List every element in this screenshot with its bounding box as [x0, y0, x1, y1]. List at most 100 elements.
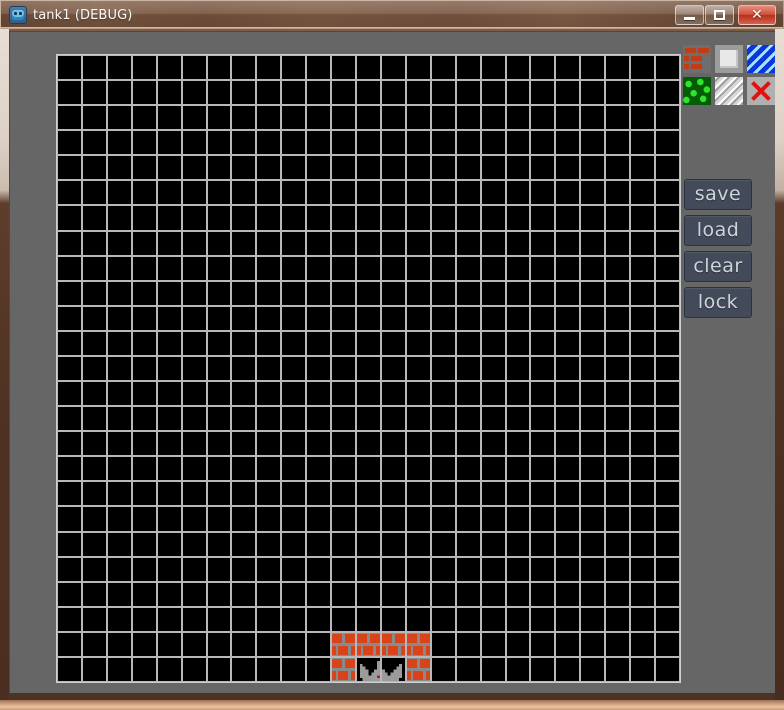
grid-cell-empty[interactable]: [656, 81, 679, 105]
grid-cell-empty[interactable]: [631, 81, 655, 105]
grid-cell-empty[interactable]: [182, 457, 206, 481]
grid-cell-empty[interactable]: [456, 306, 480, 330]
grid-cell-empty[interactable]: [282, 181, 306, 205]
grid-cell-empty[interactable]: [357, 56, 380, 80]
grid-cell-empty[interactable]: [307, 632, 331, 656]
grid-cell-empty[interactable]: [332, 432, 356, 456]
grid-cell-empty[interactable]: [357, 382, 380, 406]
grid-cell-empty[interactable]: [456, 532, 480, 556]
grid-cell-empty[interactable]: [107, 457, 131, 481]
grid-cell-empty[interactable]: [556, 457, 580, 481]
grid-cell-empty[interactable]: [157, 457, 181, 481]
grid-cell-empty[interactable]: [456, 557, 480, 581]
grid-cell-empty[interactable]: [282, 507, 306, 531]
grid-cell-empty[interactable]: [506, 657, 530, 681]
grid-cell-empty[interactable]: [357, 457, 380, 481]
grid-cell-empty[interactable]: [481, 607, 505, 631]
grid-cell-empty[interactable]: [132, 657, 156, 681]
grid-cell-empty[interactable]: [282, 482, 306, 506]
grid-cell-empty[interactable]: [132, 507, 156, 531]
grid-cell-empty[interactable]: [357, 482, 380, 506]
grid-cell-empty[interactable]: [431, 81, 455, 105]
grid-cell-empty[interactable]: [82, 256, 106, 280]
grid-cell-empty[interactable]: [606, 532, 630, 556]
grid-cell-empty[interactable]: [257, 582, 281, 606]
grid-cell-empty[interactable]: [506, 306, 530, 330]
grid-cell-empty[interactable]: [107, 331, 131, 355]
grid-cell-empty[interactable]: [132, 532, 156, 556]
grid-cell-empty[interactable]: [232, 231, 256, 255]
grid-cell-empty[interactable]: [332, 607, 356, 631]
grid-cell-empty[interactable]: [431, 256, 455, 280]
grid-cell-empty[interactable]: [481, 532, 505, 556]
grid-cell-empty[interactable]: [431, 632, 455, 656]
grid-cell-empty[interactable]: [107, 557, 131, 581]
grid-cell-empty[interactable]: [232, 657, 256, 681]
grid-cell-empty[interactable]: [456, 106, 480, 130]
grid-cell-empty[interactable]: [157, 382, 181, 406]
grid-cell-brick[interactable]: [406, 632, 430, 656]
grid-cell-empty[interactable]: [132, 256, 156, 280]
grid-cell-empty[interactable]: [232, 382, 256, 406]
grid-cell-empty[interactable]: [606, 181, 630, 205]
grid-cell-empty[interactable]: [58, 81, 81, 105]
grid-cell-empty[interactable]: [58, 256, 81, 280]
grid-cell-empty[interactable]: [556, 382, 580, 406]
grid-cell-empty[interactable]: [531, 131, 555, 155]
grid-cell-empty[interactable]: [282, 331, 306, 355]
grid-cell-empty[interactable]: [182, 432, 206, 456]
grid-cell-empty[interactable]: [307, 432, 331, 456]
grid-cell-empty[interactable]: [132, 482, 156, 506]
grid-cell-empty[interactable]: [58, 432, 81, 456]
grid-cell-empty[interactable]: [406, 557, 430, 581]
grid-cell-empty[interactable]: [182, 181, 206, 205]
grid-cell-empty[interactable]: [406, 106, 430, 130]
grid-cell-empty[interactable]: [357, 607, 380, 631]
grid-cell-empty[interactable]: [332, 281, 356, 305]
grid-cell-empty[interactable]: [107, 582, 131, 606]
grid-cell-empty[interactable]: [456, 56, 480, 80]
grid-cell-empty[interactable]: [82, 206, 106, 230]
grid-cell-empty[interactable]: [506, 281, 530, 305]
grid-cell-empty[interactable]: [506, 256, 530, 280]
grid-cell-empty[interactable]: [157, 256, 181, 280]
grid-cell-empty[interactable]: [207, 382, 231, 406]
grid-cell-empty[interactable]: [606, 632, 630, 656]
grid-cell-empty[interactable]: [606, 482, 630, 506]
grid-cell-empty[interactable]: [207, 657, 231, 681]
grid-cell-empty[interactable]: [531, 56, 555, 80]
grid-cell-empty[interactable]: [132, 432, 156, 456]
grid-cell-empty[interactable]: [656, 131, 679, 155]
grid-cell-empty[interactable]: [431, 56, 455, 80]
grid-cell-empty[interactable]: [58, 482, 81, 506]
grid-cell-empty[interactable]: [82, 81, 106, 105]
grid-cell-empty[interactable]: [556, 557, 580, 581]
grid-cell-empty[interactable]: [381, 457, 405, 481]
grid-cell-empty[interactable]: [606, 356, 630, 381]
grid-cell-empty[interactable]: [406, 181, 430, 205]
grid-cell-empty[interactable]: [107, 181, 131, 205]
grid-cell-empty[interactable]: [581, 106, 605, 130]
grid-cell-empty[interactable]: [381, 532, 405, 556]
grid-cell-empty[interactable]: [531, 407, 555, 431]
grid-cell-empty[interactable]: [531, 482, 555, 506]
grid-cell-empty[interactable]: [381, 382, 405, 406]
grid-cell-empty[interactable]: [656, 181, 679, 205]
grid-cell-empty[interactable]: [431, 482, 455, 506]
grid-cell-empty[interactable]: [431, 206, 455, 230]
grid-cell-empty[interactable]: [481, 81, 505, 105]
grid-cell-empty[interactable]: [381, 156, 405, 180]
grid-cell-empty[interactable]: [456, 281, 480, 305]
grid-cell-empty[interactable]: [232, 181, 256, 205]
grid-cell-empty[interactable]: [58, 407, 81, 431]
grid-cell-empty[interactable]: [107, 407, 131, 431]
grid-cell-brick[interactable]: [357, 632, 380, 656]
grid-cell-empty[interactable]: [132, 331, 156, 355]
grid-cell-empty[interactable]: [357, 507, 380, 531]
grid-cell-empty[interactable]: [456, 156, 480, 180]
grid-cell-empty[interactable]: [332, 482, 356, 506]
grid-cell-empty[interactable]: [631, 557, 655, 581]
grid-cell-empty[interactable]: [182, 331, 206, 355]
grid-cell-empty[interactable]: [307, 457, 331, 481]
grid-cell-empty[interactable]: [232, 256, 256, 280]
